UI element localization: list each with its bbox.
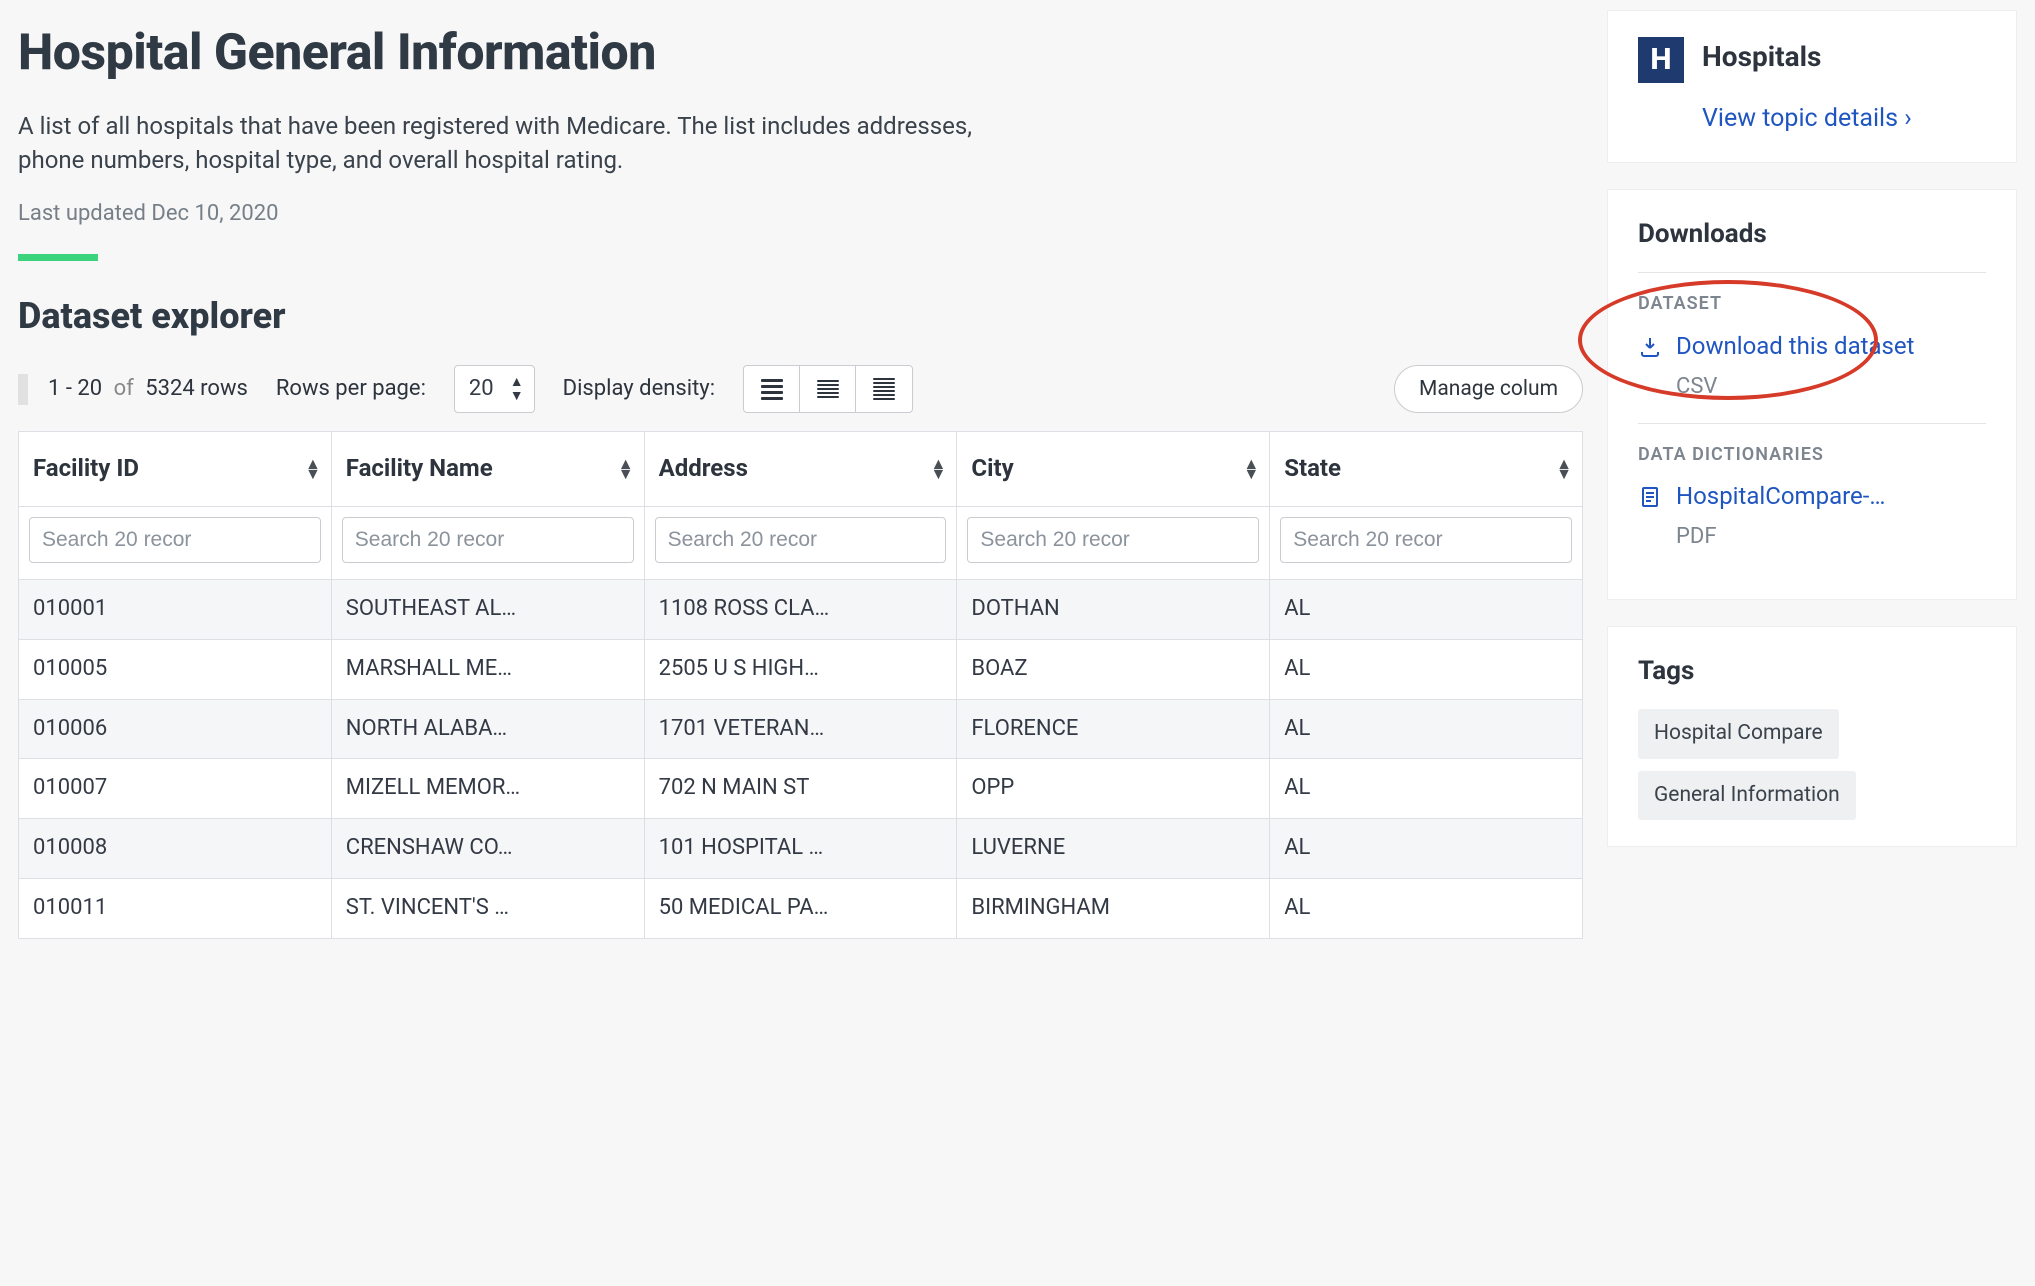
- cell-city: BIRMINGHAM: [957, 878, 1270, 938]
- cell-state: AL: [1270, 759, 1583, 819]
- view-topic-details-link[interactable]: View topic details ›: [1702, 101, 1986, 136]
- cell-id: 010006: [19, 699, 332, 759]
- cell-address: 2505 U S HIGH…: [644, 639, 957, 699]
- density-comfortable-button[interactable]: [744, 366, 800, 412]
- dataset-explorer-heading: Dataset explorer: [18, 291, 1583, 341]
- row-range-info: 1 - 20 of 5324 rows: [18, 374, 248, 405]
- cell-city: BOAZ: [957, 639, 1270, 699]
- rows-per-page-select[interactable]: 20 ▲▼: [454, 365, 535, 413]
- table-row[interactable]: 010005MARSHALL ME…2505 U S HIGH…BOAZAL: [19, 639, 1583, 699]
- column-header-facility-name[interactable]: Facility Name ▲▼: [331, 432, 644, 507]
- table-header-row: Facility ID ▲▼ Facility Name ▲▼ Address …: [19, 432, 1583, 507]
- column-header-city[interactable]: City ▲▼: [957, 432, 1270, 507]
- hospital-topic-icon: H: [1638, 37, 1684, 83]
- column-header-state[interactable]: State ▲▼: [1270, 432, 1583, 507]
- cell-name: ST. VINCENT'S …: [331, 878, 644, 938]
- cell-city: FLORENCE: [957, 699, 1270, 759]
- download-dataset-link[interactable]: Download this dataset: [1676, 331, 1915, 362]
- cell-city: OPP: [957, 759, 1270, 819]
- data-dictionaries-sublabel: DATA DICTIONARIES: [1638, 442, 1986, 467]
- rows-per-page-label: Rows per page:: [276, 374, 426, 405]
- cell-address: 50 MEDICAL PA…: [644, 878, 957, 938]
- cell-state: AL: [1270, 579, 1583, 639]
- chevron-right-icon: ›: [1904, 104, 1912, 133]
- manage-columns-button[interactable]: Manage colum: [1394, 365, 1583, 413]
- filter-facility-id[interactable]: [29, 517, 321, 563]
- data-dictionary-link[interactable]: HospitalCompare-…: [1676, 481, 1885, 512]
- download-format: CSV: [1676, 372, 1986, 403]
- cell-address: 702 N MAIN ST: [644, 759, 957, 819]
- cell-state: AL: [1270, 639, 1583, 699]
- table-row[interactable]: 010007MIZELL MEMOR…702 N MAIN STOPPAL: [19, 759, 1583, 819]
- cell-id: 010007: [19, 759, 332, 819]
- display-density-label: Display density:: [563, 374, 715, 405]
- sort-icon: ▲▼: [1556, 459, 1572, 479]
- cell-name: MARSHALL ME…: [331, 639, 644, 699]
- downloads-heading: Downloads: [1638, 216, 1986, 252]
- tag[interactable]: General Information: [1638, 771, 1856, 820]
- table-row[interactable]: 010006NORTH ALABA…1701 VETERAN…FLORENCEA…: [19, 699, 1583, 759]
- filter-state[interactable]: [1280, 517, 1572, 563]
- total-rows: 5324 rows: [145, 376, 248, 401]
- cell-city: LUVERNE: [957, 819, 1270, 879]
- cell-address: 1108 ROSS CLA…: [644, 579, 957, 639]
- filter-city[interactable]: [967, 517, 1259, 563]
- cell-id: 010001: [19, 579, 332, 639]
- topic-card: H Hospitals View topic details ›: [1607, 10, 2017, 163]
- sort-icon: ▲▼: [618, 459, 634, 479]
- density-normal-button[interactable]: [800, 366, 856, 412]
- cell-id: 010008: [19, 819, 332, 879]
- tags-card: Tags Hospital Compare General Information: [1607, 626, 2017, 847]
- tag[interactable]: Hospital Compare: [1638, 709, 1839, 758]
- table-row[interactable]: 010008CRENSHAW CO…101 HOSPITAL …LUVERNEA…: [19, 819, 1583, 879]
- display-density-group: [743, 365, 913, 413]
- column-header-facility-id[interactable]: Facility ID ▲▼: [19, 432, 332, 507]
- range-start: 1: [48, 376, 60, 401]
- dataset-sublabel: DATASET: [1638, 291, 1986, 316]
- cell-address: 101 HOSPITAL …: [644, 819, 957, 879]
- cell-state: AL: [1270, 878, 1583, 938]
- cell-name: CRENSHAW CO…: [331, 819, 644, 879]
- dictionary-format: PDF: [1676, 522, 1986, 553]
- download-icon: [1638, 335, 1662, 359]
- table-row[interactable]: 010001SOUTHEAST AL…1108 ROSS CLA…DOTHANA…: [19, 579, 1583, 639]
- explorer-toolbar: 1 - 20 of 5324 rows Rows per page: 20 ▲▼…: [18, 365, 1583, 413]
- last-updated: Last updated Dec 10, 2020: [18, 199, 1583, 230]
- filter-address[interactable]: [655, 517, 947, 563]
- density-compact-button[interactable]: [856, 366, 912, 412]
- filter-facility-name[interactable]: [342, 517, 634, 563]
- cell-state: AL: [1270, 699, 1583, 759]
- document-icon: [1638, 485, 1662, 509]
- column-header-address[interactable]: Address ▲▼: [644, 432, 957, 507]
- downloads-card: Downloads DATASET Download this dataset …: [1607, 189, 2017, 600]
- cell-name: SOUTHEAST AL…: [331, 579, 644, 639]
- cell-id: 010011: [19, 878, 332, 938]
- topic-title: Hospitals: [1702, 37, 1821, 76]
- of-label: of: [114, 376, 134, 401]
- page-title: Hospital General Information: [18, 18, 1583, 88]
- cell-name: NORTH ALABA…: [331, 699, 644, 759]
- select-caret-icon: ▲▼: [510, 375, 524, 403]
- filter-row: [19, 506, 1583, 579]
- tags-heading: Tags: [1638, 653, 1986, 689]
- cell-city: DOTHAN: [957, 579, 1270, 639]
- rows-per-page-value: 20: [469, 374, 494, 405]
- page-description: A list of all hospitals that have been r…: [18, 110, 1028, 177]
- accent-divider: [18, 254, 98, 261]
- sort-icon: ▲▼: [931, 459, 947, 479]
- table-row[interactable]: 010011ST. VINCENT'S …50 MEDICAL PA…BIRMI…: [19, 878, 1583, 938]
- cell-state: AL: [1270, 819, 1583, 879]
- sort-icon: ▲▼: [305, 459, 321, 479]
- data-table: Facility ID ▲▼ Facility Name ▲▼ Address …: [18, 431, 1583, 938]
- range-end: 20: [77, 376, 102, 401]
- sort-icon: ▲▼: [1243, 459, 1259, 479]
- cell-id: 010005: [19, 639, 332, 699]
- cell-address: 1701 VETERAN…: [644, 699, 957, 759]
- cell-name: MIZELL MEMOR…: [331, 759, 644, 819]
